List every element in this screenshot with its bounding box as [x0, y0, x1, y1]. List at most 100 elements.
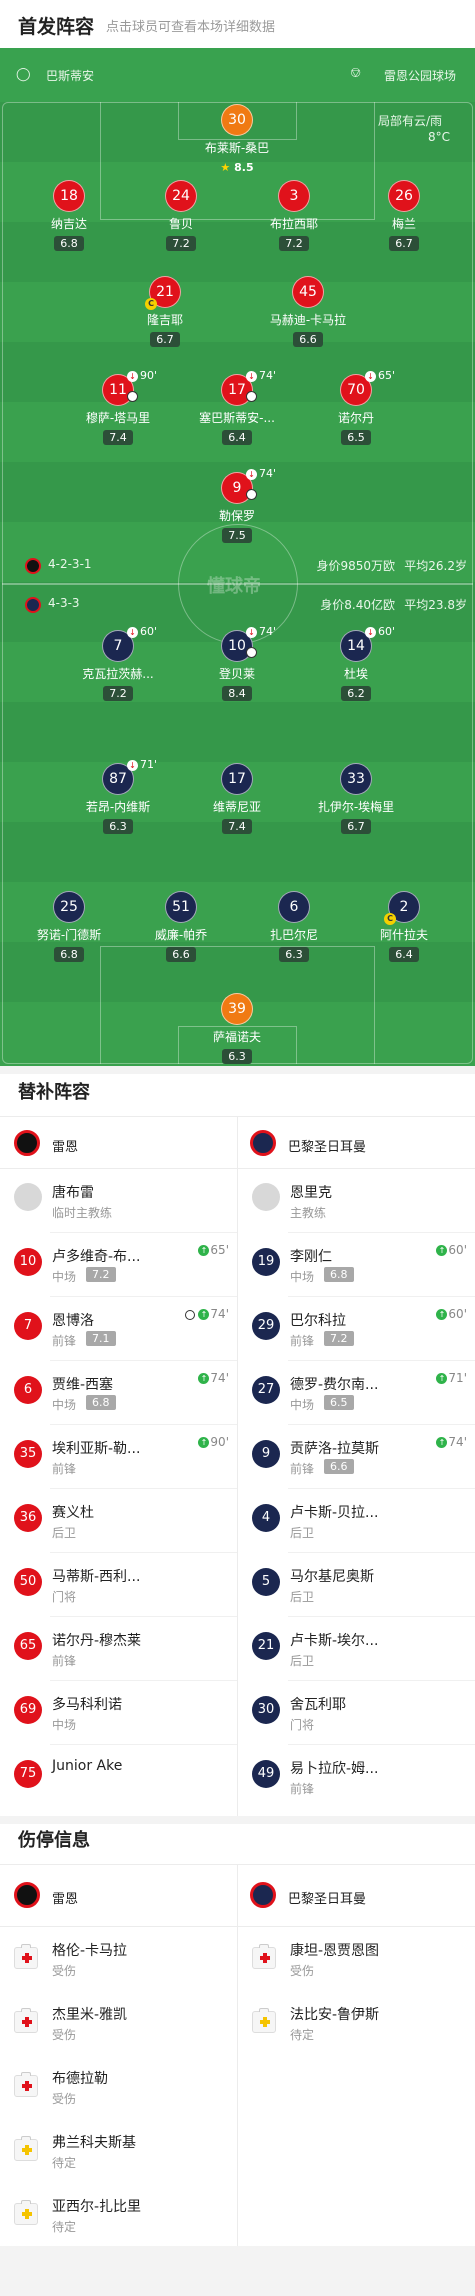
injury-status: 受伤 — [52, 2092, 77, 2106]
coach-avatar — [252, 1183, 280, 1211]
sub-player-row[interactable]: 唐布雷 临时主教练 — [0, 1169, 237, 1231]
sub-player-name: 舍瓦利耶 — [290, 1697, 346, 1713]
sub-player-name: Junior Ake — [52, 1758, 123, 1774]
sub-player-name: 唐布雷 — [52, 1185, 94, 1201]
rennes-badge-icon — [14, 1882, 40, 1908]
sub-player-name: 赛义杜 — [52, 1505, 94, 1521]
sub-player-row[interactable]: 36 赛义杜 后卫 — [0, 1489, 237, 1551]
injured-player-name: 布德拉勒 — [52, 2071, 108, 2087]
sub-player-row[interactable]: 35 埃利亚斯-勒... 前锋 ↑ 90' — [0, 1425, 237, 1487]
footer — [0, 2246, 475, 2296]
sub-player-row[interactable]: 30 舍瓦利耶 门将 — [238, 1681, 475, 1743]
player-psg-rb[interactable]: 2 阿什拉夫 6.4 — [349, 891, 459, 962]
player-rennes-st[interactable]: 9 勒保罗 7.5 — [182, 472, 292, 543]
player-rennes-dm1[interactable]: 21 隆吉耶 6.7 — [110, 276, 220, 347]
injury-row[interactable]: 格伦-卡马拉 受伤 — [0, 1927, 237, 1989]
injury-row[interactable]: 法比安-鲁伊斯 待定 — [238, 1991, 475, 2053]
sub-out-event: ↓ 74' — [246, 467, 276, 480]
psg-formation-row: 4-3-3 身价8.40亿欧 平均23.8岁 — [0, 593, 475, 615]
sub-player-position: 后卫 — [290, 1526, 315, 1540]
sub-player-row[interactable]: 29 巴尔科拉 前锋 7.2 ↑ 60' — [238, 1297, 475, 1359]
sub-out-event: ↓ 71' — [127, 758, 157, 771]
player-psg-cb1[interactable]: 51 威廉-帕乔 6.6 — [126, 891, 236, 962]
sub-player-row[interactable]: 4 卢卡斯-贝拉... 后卫 — [238, 1489, 475, 1551]
sub-player-name: 卢多维奇-布... — [52, 1249, 141, 1265]
player-rennes-cb1[interactable]: 24 鲁贝 7.2 — [126, 180, 236, 251]
sub-player-row[interactable]: 7 恩博洛 前锋 7.1 ↑ 74' — [0, 1297, 237, 1359]
sub-player-position: 门将 — [52, 1590, 77, 1604]
player-psg-cb2[interactable]: 6 扎巴尔尼 6.3 — [239, 891, 349, 962]
star-icon: ★ — [220, 161, 231, 174]
sub-out-event: ↓ 74' — [246, 625, 276, 638]
sub-player-position: 中场 — [52, 1398, 77, 1412]
injuries-rennes-name: 雷恩 — [52, 1892, 79, 1907]
sub-player-row[interactable]: 9 贡萨洛-拉莫斯 前锋 6.6 ↑ 74' — [238, 1425, 475, 1487]
player-psg-rw[interactable]: 14 杜埃 6.2 — [301, 630, 411, 701]
player-rennes-lb[interactable]: 18 纳吉达 6.8 — [14, 180, 124, 251]
sub-player-position: 中场 — [290, 1398, 315, 1412]
injury-row[interactable]: 杰里米-雅凯 受伤 — [0, 1991, 237, 2053]
shirt-number: 30 — [221, 104, 253, 136]
player-rennes-lw[interactable]: 11 穆萨-塔马里 7.4 — [63, 374, 173, 445]
sub-player-row[interactable]: 10 卢多维奇-布... 中场 7.2 ↑ 65' — [0, 1233, 237, 1295]
goal-ball-icon — [185, 1309, 196, 1320]
sub-player-row[interactable]: 49 易卜拉欣-姆... 前锋 — [238, 1745, 475, 1807]
sub-in-event: ↑ 74' — [185, 1307, 229, 1321]
player-rennes-rw[interactable]: 70 诺尔丹 6.5 — [301, 374, 411, 445]
goal-ball-icon — [246, 647, 257, 658]
player-rennes-cb2[interactable]: 3 布拉西耶 7.2 — [239, 180, 349, 251]
sub-player-row[interactable]: 27 德罗-费尔南... 中场 6.5 ↑ 71' — [238, 1361, 475, 1423]
injury-row[interactable]: 弗兰科夫斯基 待定 — [0, 2119, 237, 2181]
player-rennes-am[interactable]: 17 塞巴斯蒂安-... 6.4 — [182, 374, 292, 445]
sub-player-row[interactable]: 65 诺尔丹-穆杰莱 前锋 — [0, 1617, 237, 1679]
pitch-team-head: ◯ 巴斯蒂安 ⎊ 雷恩公园球场 — [0, 48, 475, 102]
injury-row[interactable]: 康坦-恩贾恩图 受伤 — [238, 1927, 475, 1989]
sub-in-event: ↑ 60' — [436, 1243, 467, 1257]
sub-out-icon: ↓ — [127, 759, 138, 771]
injured-player-name: 康坦-恩贾恩图 — [290, 1943, 380, 1959]
sub-player-name: 马蒂斯-西利... — [52, 1569, 141, 1585]
sub-out-icon: ↓ — [127, 626, 138, 638]
injury-status: 待定 — [290, 2028, 315, 2042]
sub-player-rating: 7.2 — [86, 1267, 116, 1282]
player-psg-lb[interactable]: 25 努诺-门德斯 6.8 — [14, 891, 124, 962]
player-rennes-rb[interactable]: 26 梅兰 6.7 — [349, 180, 459, 251]
sub-player-position: 临时主教练 — [52, 1206, 113, 1220]
sub-player-position: 前锋 — [290, 1462, 315, 1476]
subs-psg-name: 巴黎圣日耳曼 — [288, 1140, 367, 1155]
shirt-number: 6 — [14, 1376, 42, 1404]
sub-in-icon: ↑ — [198, 1373, 210, 1384]
sub-player-position: 中场 — [52, 1270, 77, 1284]
player-psg-cm1[interactable]: 87 若昂-内维斯 6.3 — [63, 763, 173, 834]
player-psg-gk[interactable]: 39 萨福诺夫 6.3 — [182, 993, 292, 1064]
sub-player-row[interactable]: 5 马尔基尼奥斯 后卫 — [238, 1553, 475, 1615]
temperature: 8°C — [428, 130, 451, 144]
injury-status: 待定 — [52, 2220, 77, 2234]
player-rennes-gk[interactable]: 30 布莱斯-桑巴 ★ 8.5 — [182, 104, 292, 175]
medical-kit-icon — [14, 2200, 38, 2225]
player-rennes-dm2[interactable]: 45 马赫迪-卡马拉 6.6 — [253, 276, 363, 347]
injuries-title: 伤停信息 — [18, 1830, 90, 1851]
sub-player-row[interactable]: 69 多马科利诺 中场 — [0, 1681, 237, 1743]
sub-out-icon: ↓ — [246, 468, 257, 480]
psg-badge-icon — [250, 1130, 276, 1156]
sub-player-position: 前锋 — [52, 1654, 77, 1668]
sub-in-icon: ↑ — [436, 1245, 448, 1256]
sub-player-row[interactable]: 19 李刚仁 中场 6.8 ↑ 60' — [238, 1233, 475, 1295]
shirt-number: 50 — [14, 1568, 42, 1596]
sub-player-row[interactable]: 75 Junior Ake — [0, 1745, 237, 1807]
sub-in-event: ↑ 74' — [198, 1371, 229, 1385]
sub-player-row[interactable]: 6 贾维-西塞 中场 6.8 ↑ 74' — [0, 1361, 237, 1423]
injury-row[interactable]: 布德拉勒 受伤 — [0, 2055, 237, 2117]
sub-player-row[interactable]: 恩里克 主教练 — [238, 1169, 475, 1231]
player-psg-st[interactable]: 10 登贝莱 8.4 — [182, 630, 292, 701]
player-psg-lw[interactable]: 7 克瓦拉茨赫... 7.2 — [63, 630, 173, 701]
player-psg-cm2[interactable]: 17 维蒂尼亚 7.4 — [182, 763, 292, 834]
home-team-name: 巴斯蒂安 — [46, 69, 95, 83]
sub-player-name: 巴尔科拉 — [290, 1313, 346, 1329]
sub-out-event: ↓ 60' — [127, 625, 157, 638]
injury-row[interactable]: 亚西尔-扎比里 待定 — [0, 2183, 237, 2245]
player-psg-cm3[interactable]: 33 扎伊尔-埃梅里 6.7 — [301, 763, 411, 834]
sub-player-row[interactable]: 50 马蒂斯-西利... 门将 — [0, 1553, 237, 1615]
sub-player-row[interactable]: 21 卢卡斯-埃尔... 后卫 — [238, 1617, 475, 1679]
